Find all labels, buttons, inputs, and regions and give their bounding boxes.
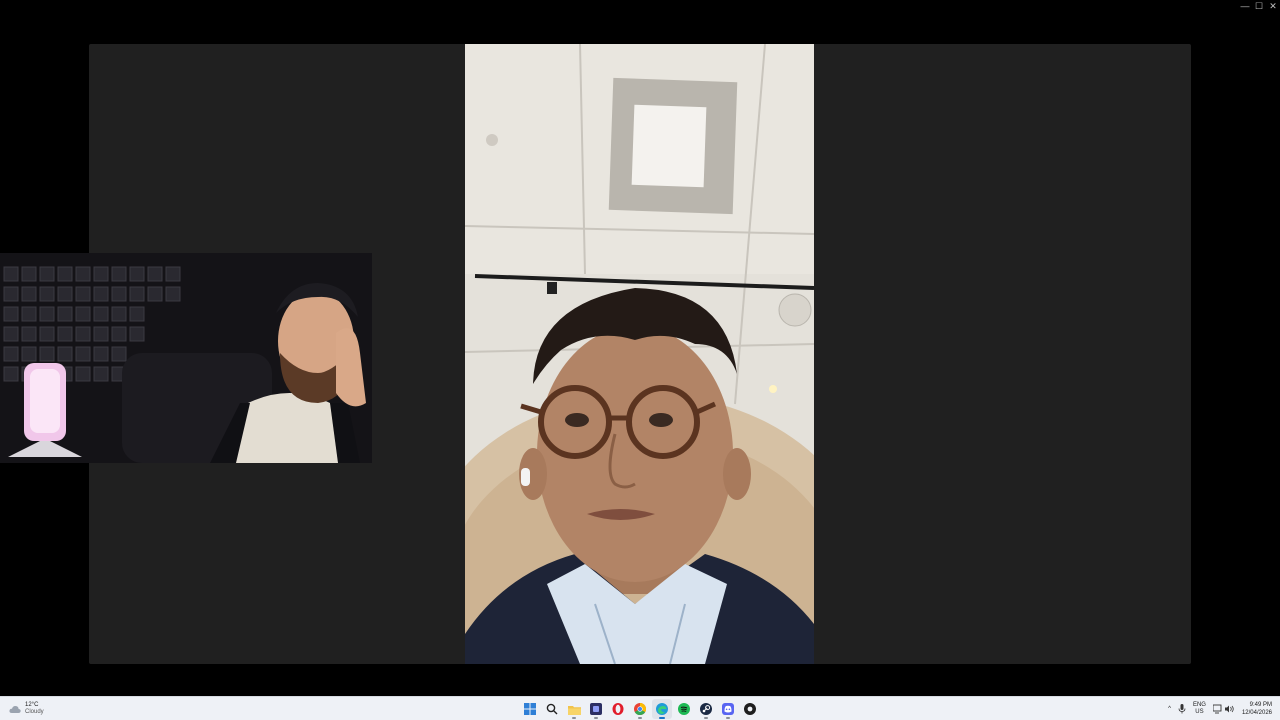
- close-button[interactable]: ✕: [1266, 0, 1280, 12]
- network-volume-icon: [1212, 704, 1234, 714]
- pip-video-frame: [0, 253, 372, 463]
- taskbar-apps: [520, 699, 760, 719]
- dark-app-button[interactable]: [586, 699, 606, 719]
- language-code: ENG: [1192, 702, 1206, 708]
- minimize-button[interactable]: —: [1238, 0, 1252, 12]
- file-explorer-button[interactable]: [564, 699, 584, 719]
- discord-icon: [722, 703, 734, 715]
- active-indicator: [659, 717, 665, 719]
- pip-participant-video[interactable]: [0, 253, 372, 463]
- running-indicator: [704, 717, 708, 719]
- clock-time: 9:49 PM: [1249, 702, 1272, 708]
- chrome-icon: [634, 703, 646, 715]
- dark-square-icon: [590, 703, 602, 715]
- running-indicator: [572, 717, 576, 719]
- chrome-button[interactable]: [630, 699, 650, 719]
- clock-date: 12/04/2026: [1241, 710, 1272, 716]
- window-controls: — ☐ ✕: [1238, 0, 1280, 12]
- taskbar: 12°C Cloudy ^ ENG US 9:49 PM 12/04/2026: [0, 696, 1280, 720]
- edge-icon: [656, 703, 668, 715]
- running-indicator: [594, 717, 598, 719]
- language-indicator[interactable]: ENG US: [1193, 702, 1206, 716]
- screen: — ☐ ✕ 12°C Cloudy ^ ENG US 9:49 PM 12/04…: [0, 0, 1280, 720]
- round-app-icon: [744, 703, 756, 715]
- round-app-button[interactable]: [740, 699, 760, 719]
- start-button[interactable]: [520, 699, 540, 719]
- cloud-icon: [9, 706, 21, 713]
- show-hidden-icons-button[interactable]: ^: [1168, 706, 1171, 712]
- maximize-button[interactable]: ☐: [1252, 0, 1266, 12]
- search-button[interactable]: [542, 699, 562, 719]
- running-indicator: [638, 717, 642, 719]
- folder-icon: [567, 705, 581, 715]
- opera-button[interactable]: [608, 699, 628, 719]
- spotify-button[interactable]: [674, 699, 694, 719]
- network-volume-group[interactable]: [1212, 704, 1235, 714]
- windows-icon: [524, 703, 536, 715]
- weather-widget[interactable]: 12°C Cloudy: [9, 700, 44, 718]
- steam-button[interactable]: [696, 699, 716, 719]
- discord-button[interactable]: [718, 699, 738, 719]
- search-icon: [546, 703, 558, 715]
- opera-icon: [612, 703, 624, 715]
- running-indicator: [726, 717, 730, 719]
- main-video-frame: [465, 44, 814, 664]
- keyboard-region: US: [1195, 709, 1204, 715]
- weather-temperature: 12°C: [25, 702, 39, 708]
- weather-text: 12°C Cloudy: [25, 702, 44, 716]
- weather-description: Cloudy: [25, 709, 44, 715]
- steam-icon: [700, 703, 712, 715]
- spotify-icon: [678, 703, 690, 715]
- system-tray: ^ ENG US 9:49 PM 12/04/2026: [1168, 699, 1272, 719]
- clock[interactable]: 9:49 PM 12/04/2026: [1242, 701, 1272, 717]
- microphone-icon[interactable]: [1178, 704, 1186, 714]
- main-participant-video[interactable]: [465, 44, 814, 664]
- edge-button[interactable]: [652, 699, 672, 719]
